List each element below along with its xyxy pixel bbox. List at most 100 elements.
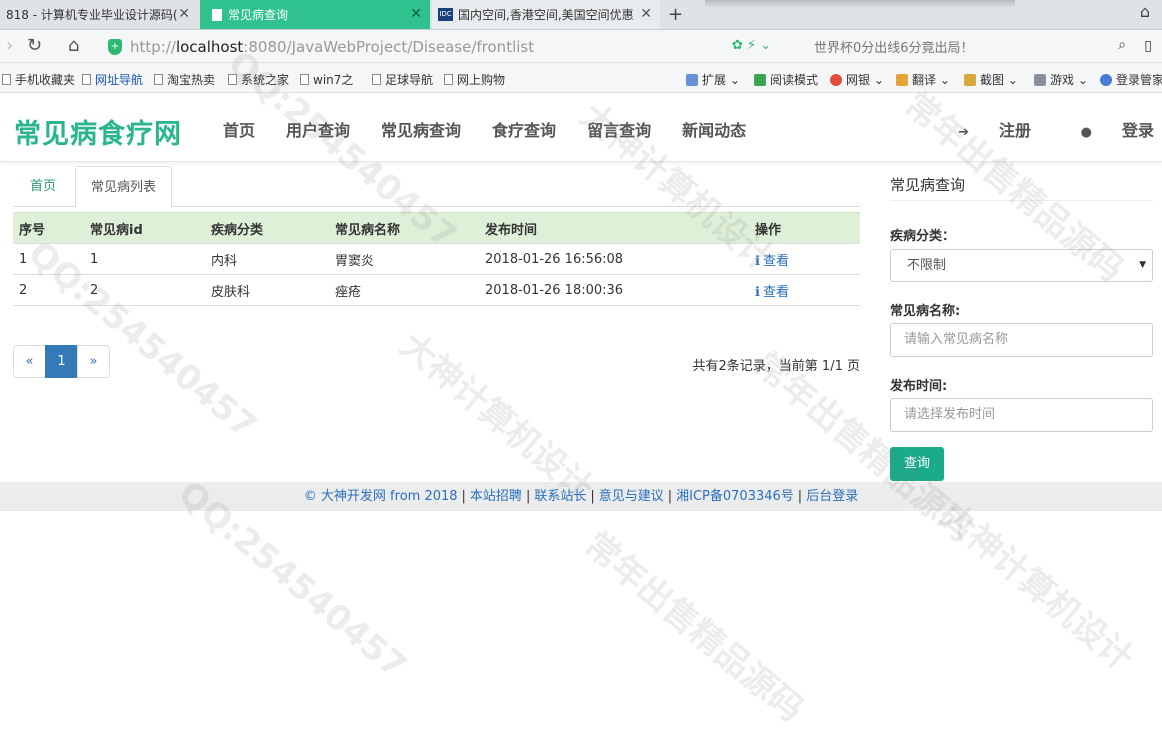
page-icon [82, 74, 91, 85]
page-icon [2, 74, 11, 85]
bookmark-mobile[interactable]: 手机收藏夹 [2, 71, 75, 88]
translate-button[interactable]: 翻译 ⌄ [896, 71, 950, 88]
column-header: 序号 [13, 212, 84, 244]
new-tab-button[interactable]: + [668, 4, 683, 25]
browser-tab-bar: 818 - 计算机专业毕业设计源码( ✕ 常见病查询 ✕ IDC 国内空间,香港… [0, 0, 1162, 30]
pagination-info: 共有2条记录，当前第 1/1 页 [692, 359, 860, 374]
cell-action: ℹ 查看 [749, 243, 860, 275]
address-bar: › ↻ ⌂ + http://localhost:8080/JavaWebPro… [0, 30, 1162, 63]
category-label: 疾病分类： [890, 229, 956, 244]
bookmark-nav[interactable]: 网址导航 [82, 71, 143, 88]
footer-separator: | [667, 489, 673, 504]
view-link[interactable]: ℹ 查看 [755, 254, 789, 269]
watermark: 大神计算机设计 [932, 495, 1141, 679]
login-manager-button[interactable]: 登录管家 [1100, 71, 1162, 88]
footer-admin-link[interactable]: 后台登录 [806, 489, 858, 504]
home-icon[interactable]: ⌂ [68, 35, 79, 56]
nav-message-query[interactable]: 留言查询 [587, 117, 651, 141]
page-icon [154, 74, 163, 85]
main-nav: 首页 用户查询 常见病查询 食疗查询 留言查询 新闻动态 [223, 117, 777, 141]
cell-id: 1 [84, 243, 205, 275]
key-icon [1100, 74, 1112, 86]
disease-table: 序号 常见病id 疾病分类 常见病名称 发布时间 操作 1 1 内科 胃窦炎 2… [13, 212, 860, 306]
reading-mode-button[interactable]: 阅读模式 [754, 71, 818, 88]
auth-links: ➔ 注册 ● 登录 [914, 117, 1154, 141]
url-protocol: http:// [130, 37, 176, 56]
search-input[interactable]: 世界杯0分出线6分竟出局！ ⌕ [806, 34, 1132, 59]
nav-user-query[interactable]: 用户查询 [286, 117, 350, 141]
extension-icon [686, 74, 698, 86]
login-link[interactable]: ● 登录 [1059, 121, 1154, 140]
cell-no: 2 [13, 274, 84, 306]
site-footer: © 大神开发网 from 2018 | 本站招聘 | 联系站长 | 意见与建议 | 湘ICP备0… [0, 482, 1162, 511]
column-header: 常见病id [84, 212, 205, 244]
disease-name-input[interactable]: 请输入常见病名称 [890, 323, 1153, 357]
shield-icon: + [108, 38, 122, 55]
breadcrumb-disease-list[interactable]: 常见病列表 [75, 166, 173, 208]
view-link[interactable]: ℹ 查看 [755, 285, 789, 300]
games-button[interactable]: 游戏 ⌄ [1034, 71, 1088, 88]
search-text: 世界杯0分出线6分竟出局！ [814, 41, 974, 56]
bank-icon [830, 74, 842, 86]
cell-name: 胃窦炎 [329, 243, 479, 275]
bookmark-shopping[interactable]: 网上购物 [444, 71, 505, 88]
url-field[interactable]: + http://localhost:8080/JavaWebProject/D… [108, 34, 798, 59]
bookmark-xitong[interactable]: 系统之家 [228, 71, 289, 88]
nav-disease-query[interactable]: 常见病查询 [381, 117, 461, 141]
publish-time-input[interactable]: 请选择发布时间 [890, 398, 1153, 432]
page-button-current[interactable]: 1 [45, 345, 78, 378]
extensions-button[interactable]: 扩展 ⌄ [686, 71, 740, 88]
forward-icon[interactable]: › [6, 35, 13, 56]
page-icon [212, 8, 222, 21]
next-page-button[interactable]: » [77, 345, 110, 378]
register-link[interactable]: ➔ 注册 [936, 121, 1031, 140]
pagination: « 1 » [13, 345, 110, 378]
breadcrumb-home[interactable]: 首页 [15, 166, 71, 207]
screenshot-button[interactable]: 截图 ⌄ [964, 71, 1018, 88]
accelerate-icon[interactable]: ✿ ⚡ ⌄ [732, 38, 771, 53]
sign-in-icon: ➔ [958, 125, 970, 140]
info-icon: ℹ [755, 284, 760, 300]
bookmark-win7[interactable]: win7之 [300, 71, 353, 88]
nav-diet-query[interactable]: 食疗查询 [492, 117, 556, 141]
scissors-icon [964, 74, 976, 86]
page-icon [372, 74, 381, 85]
cell-action: ℹ 查看 [749, 274, 860, 306]
page-icon [444, 74, 453, 85]
search-icon[interactable]: ⌕ [1118, 37, 1126, 53]
cell-time: 2018-01-26 18:00:36 [479, 274, 749, 306]
url-path: :8080/JavaWebProject/Disease/frontlist [243, 37, 535, 56]
bookmarks-bar: 手机收藏夹 网址导航 淘宝热卖 系统之家 win7之 足球导航 网上购物 扩展 … [0, 63, 1162, 93]
browser-tab-3[interactable]: IDC 国内空间,香港空间,美国空间优惠 ✕ [432, 0, 660, 29]
query-button[interactable]: 查询 [890, 447, 944, 481]
column-header: 操作 [749, 212, 860, 244]
footer-jobs-link[interactable]: 本站招聘 [470, 489, 522, 504]
table-header-row: 序号 常见病id 疾病分类 常见病名称 发布时间 操作 [13, 212, 860, 244]
footer-icp-link[interactable]: 湘ICP备0703346号 [676, 489, 794, 504]
footer-copyright[interactable]: © 大神开发网 from 2018 [304, 489, 458, 504]
close-icon[interactable]: ✕ [178, 6, 190, 22]
reload-icon[interactable]: ↻ [27, 35, 42, 56]
category-select[interactable]: 不限制 ▼ [890, 249, 1153, 282]
breadcrumb: 首页 常见病列表 [13, 166, 860, 208]
nav-home[interactable]: 首页 [223, 117, 255, 141]
window-restore-icon[interactable]: ⌂ [1140, 2, 1150, 21]
cell-category: 皮肤科 [205, 274, 329, 306]
category-select-value: 不限制 [907, 258, 947, 273]
browser-tab-active[interactable]: 常见病查询 ✕ [200, 0, 430, 29]
bookmark-taobao[interactable]: 淘宝热卖 [154, 71, 215, 88]
watermark: 常年出售精品源码 [576, 524, 811, 730]
footer-feedback-link[interactable]: 意见与建议 [599, 489, 664, 504]
browser-tab-1[interactable]: 818 - 计算机专业毕业设计源码( ✕ [0, 0, 198, 29]
close-icon[interactable]: ✕ [410, 6, 422, 22]
prev-page-button[interactable]: « [13, 345, 46, 378]
column-header: 疾病分类 [205, 212, 329, 244]
sidebar-divider [890, 200, 1153, 201]
bookmark-football[interactable]: 足球导航 [372, 71, 433, 88]
close-icon[interactable]: ✕ [640, 6, 652, 22]
site-logo[interactable]: 常见病食疗网 [14, 112, 182, 151]
footer-contact-link[interactable]: 联系站长 [534, 489, 586, 504]
nav-news[interactable]: 新闻动态 [682, 117, 746, 141]
phone-icon[interactable]: ▯ [1144, 38, 1152, 54]
bank-button[interactable]: 网银 ⌄ [830, 71, 884, 88]
